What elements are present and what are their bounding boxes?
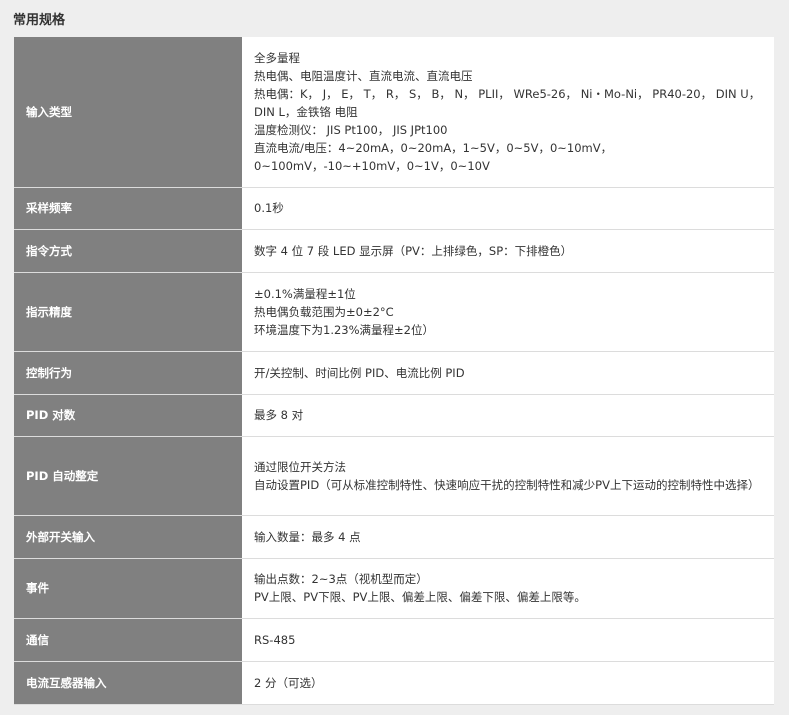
spec-value: 通过限位开关方法自动设置PID（可从标准控制特性、快速响应干扰的控制特性和减少P… (242, 436, 774, 516)
spec-row: 控制行为 开/关控制、时间比例 PID、电流比例 PID (14, 351, 774, 395)
spec-value-line: ±0.1%满量程±1位 (254, 286, 356, 301)
spec-value-line: 热电偶、电阻温度计、直流电流、直流电压 (254, 68, 473, 83)
spec-row: PID 对数 最多 8 对 (14, 394, 774, 437)
spec-value: 0.1秒 (242, 187, 774, 230)
spec-value: ±0.1%满量程±1位热电偶负载范围为±0±2°C 环境温度下为1.23%满量程±… (242, 272, 774, 352)
spec-label: 通信 (14, 618, 242, 662)
spec-row: 事件 输出点数：2~3点（视机型而定） PV上限、PV下限、PV上限、偏差上限、偏差… (14, 558, 774, 619)
spec-value: 输入数量：最多 4 点 (242, 515, 774, 559)
spec-value: 最多 8 对 (242, 394, 774, 437)
spec-table-body: 输入类型 全多量程热电偶、电阻温度计、直流电流、直流电压热电偶：K， J， E， … (14, 37, 774, 705)
spec-value-line: PV上限、PV下限、PV上限、偏差上限、偏差下限、偏差上限等。 (254, 590, 586, 604)
spec-value-line: 2 分（可选） (254, 675, 323, 690)
spec-value: 输出点数：2~3点（视机型而定） PV上限、PV下限、PV上限、偏差上限、偏差下限… (242, 558, 774, 619)
spec-label: 电流互感器输入 (14, 661, 242, 705)
spec-value-line: 最多 8 对 (254, 408, 304, 422)
spec-label: 输入类型 (14, 37, 242, 188)
spec-value-line: 0.1秒 (254, 201, 284, 215)
spec-value-line: 热电偶：K， J， E， T， R， S， B， N， PLII， WRe5-2… (254, 86, 761, 119)
spec-value: 数字 4 位 7 段 LED 显示屏（PV：上排绿色，SP：下排橙色） (242, 229, 774, 273)
spec-value-line: 自动设置PID（可从标准控制特性、快速响应干扰的控制特性和减少PV上下运动的控制… (254, 477, 760, 492)
spec-label: PID 自动整定 (14, 436, 242, 516)
spec-value-line: 通过限位开关方法 (254, 459, 346, 474)
spec-label: 采样频率 (14, 187, 242, 230)
spec-value-line: 环境温度下为1.23%满量程±2位） (254, 322, 434, 337)
spec-value: 全多量程热电偶、电阻温度计、直流电流、直流电压热电偶：K， J， E， T， R… (242, 37, 774, 188)
spec-row: PID 自动整定 通过限位开关方法自动设置PID（可从标准控制特性、快速响应干扰的… (14, 436, 774, 516)
spec-value-line: 直流电流/电压：4~20mA，0~20mA，1~5V，0~5V，0~10mV， (254, 140, 613, 155)
spec-value-line: 输入数量：最多 4 点 (254, 529, 361, 544)
spec-label: 指令方式 (14, 229, 242, 273)
spec-value-line: RS-485 (254, 632, 296, 647)
spec-value: 开/关控制、时间比例 PID、电流比例 PID (242, 351, 774, 395)
spec-value-line: 热电偶负载范围为±0±2°C (254, 304, 394, 319)
spec-label: PID 对数 (14, 394, 242, 437)
spec-row: 通信 RS-485 (14, 618, 774, 662)
spec-label: 外部开关输入 (14, 515, 242, 559)
spec-value: RS-485 (242, 618, 774, 662)
spec-value-line: 0~100mV，-10~+10mV，0~1V，0~10V (254, 158, 490, 173)
spec-row: 指令方式 数字 4 位 7 段 LED 显示屏（PV：上排绿色，SP：下排橙色） (14, 229, 774, 273)
spec-row: 输入类型 全多量程热电偶、电阻温度计、直流电流、直流电压热电偶：K， J， E， … (14, 37, 774, 188)
spec-value: 2 分（可选） (242, 661, 774, 705)
spec-value-line: 全多量程 (254, 50, 300, 65)
spec-value-line: 数字 4 位 7 段 LED 显示屏（PV：上排绿色，SP：下排橙色） (254, 243, 573, 258)
spec-row: 采样频率 0.1秒 (14, 187, 774, 230)
spec-row: 指示精度 ±0.1%满量程±1位热电偶负载范围为±0±2°C 环境温度下为1.23%… (14, 272, 774, 352)
spec-row: 电流互感器输入 2 分（可选） (14, 661, 774, 705)
spec-label: 事件 (14, 558, 242, 619)
spec-label: 指示精度 (14, 272, 242, 352)
spec-value-line: 开/关控制、时间比例 PID、电流比例 PID (254, 365, 465, 380)
section-title: 常用规格 (13, 13, 66, 28)
spec-value-line: 温度检测仪： JIS Pt100， JIS JPt100 (254, 122, 448, 137)
spec-row: 外部开关输入 输入数量：最多 4 点 (14, 515, 774, 559)
spec-value-line: 输出点数：2~3点（视机型而定） (254, 572, 428, 586)
spec-label: 控制行为 (14, 351, 242, 395)
spec-table: 输入类型 全多量程热电偶、电阻温度计、直流电流、直流电压热电偶：K， J， E， … (14, 37, 774, 705)
spec-page: 常用规格 输入类型 全多量程热电偶、电阻温度计、直流电流、直流电压热电偶：K， J… (0, 0, 789, 715)
